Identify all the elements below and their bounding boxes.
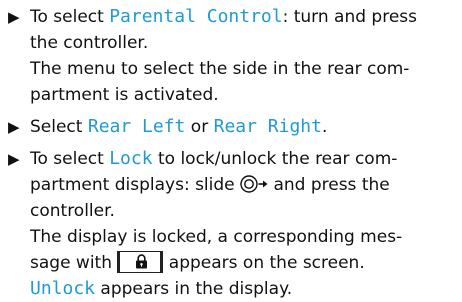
bullet-arrow-icon: ▶ bbox=[8, 118, 20, 136]
step-select-side: ▶ Select Rear Left or Rear Right. bbox=[8, 114, 462, 140]
lock-message-box bbox=[117, 251, 164, 273]
step3-line1: To select Lock to lock/unlock the rear c… bbox=[30, 148, 398, 169]
term-parental-control: Parental Control bbox=[109, 6, 283, 27]
term-lock: Lock bbox=[109, 148, 153, 169]
term-rear-right: Rear Right bbox=[213, 116, 322, 137]
step1-result-line2: partment is activated. bbox=[30, 85, 219, 105]
step3-result-line2: sage with appears on the screen. bbox=[30, 251, 365, 273]
controller-slide-right-icon bbox=[240, 174, 268, 194]
step3-line2: partment displays: slide and press the bbox=[30, 174, 390, 195]
bullet-arrow-icon: ▶ bbox=[8, 8, 20, 26]
step2-line1: Select Rear Left or Rear Right. bbox=[30, 116, 328, 137]
step3-result-line3: Unlock appears in the display. bbox=[30, 278, 293, 299]
term-rear-left: Rear Left bbox=[87, 116, 186, 137]
padlock-icon bbox=[136, 254, 148, 269]
term-unlock: Unlock bbox=[30, 278, 96, 299]
instruction-page: ▶ To select Parental Control: turn and p… bbox=[0, 0, 462, 299]
bullet-arrow-icon: ▶ bbox=[8, 150, 20, 168]
step1-line1: To select Parental Control: turn and pre… bbox=[30, 6, 418, 27]
step1-line2: the controller. bbox=[30, 33, 149, 53]
step3-line3: controller. bbox=[30, 201, 115, 221]
step-select-parental-control: ▶ To select Parental Control: turn and p… bbox=[8, 4, 462, 108]
step3-result-line1: The display is locked, a corresponding m… bbox=[30, 227, 403, 247]
step1-result-line1: The menu to select the side in the rear … bbox=[30, 59, 410, 79]
step-select-lock: ▶ To select Lock to lock/unlock the rear… bbox=[8, 146, 462, 302]
